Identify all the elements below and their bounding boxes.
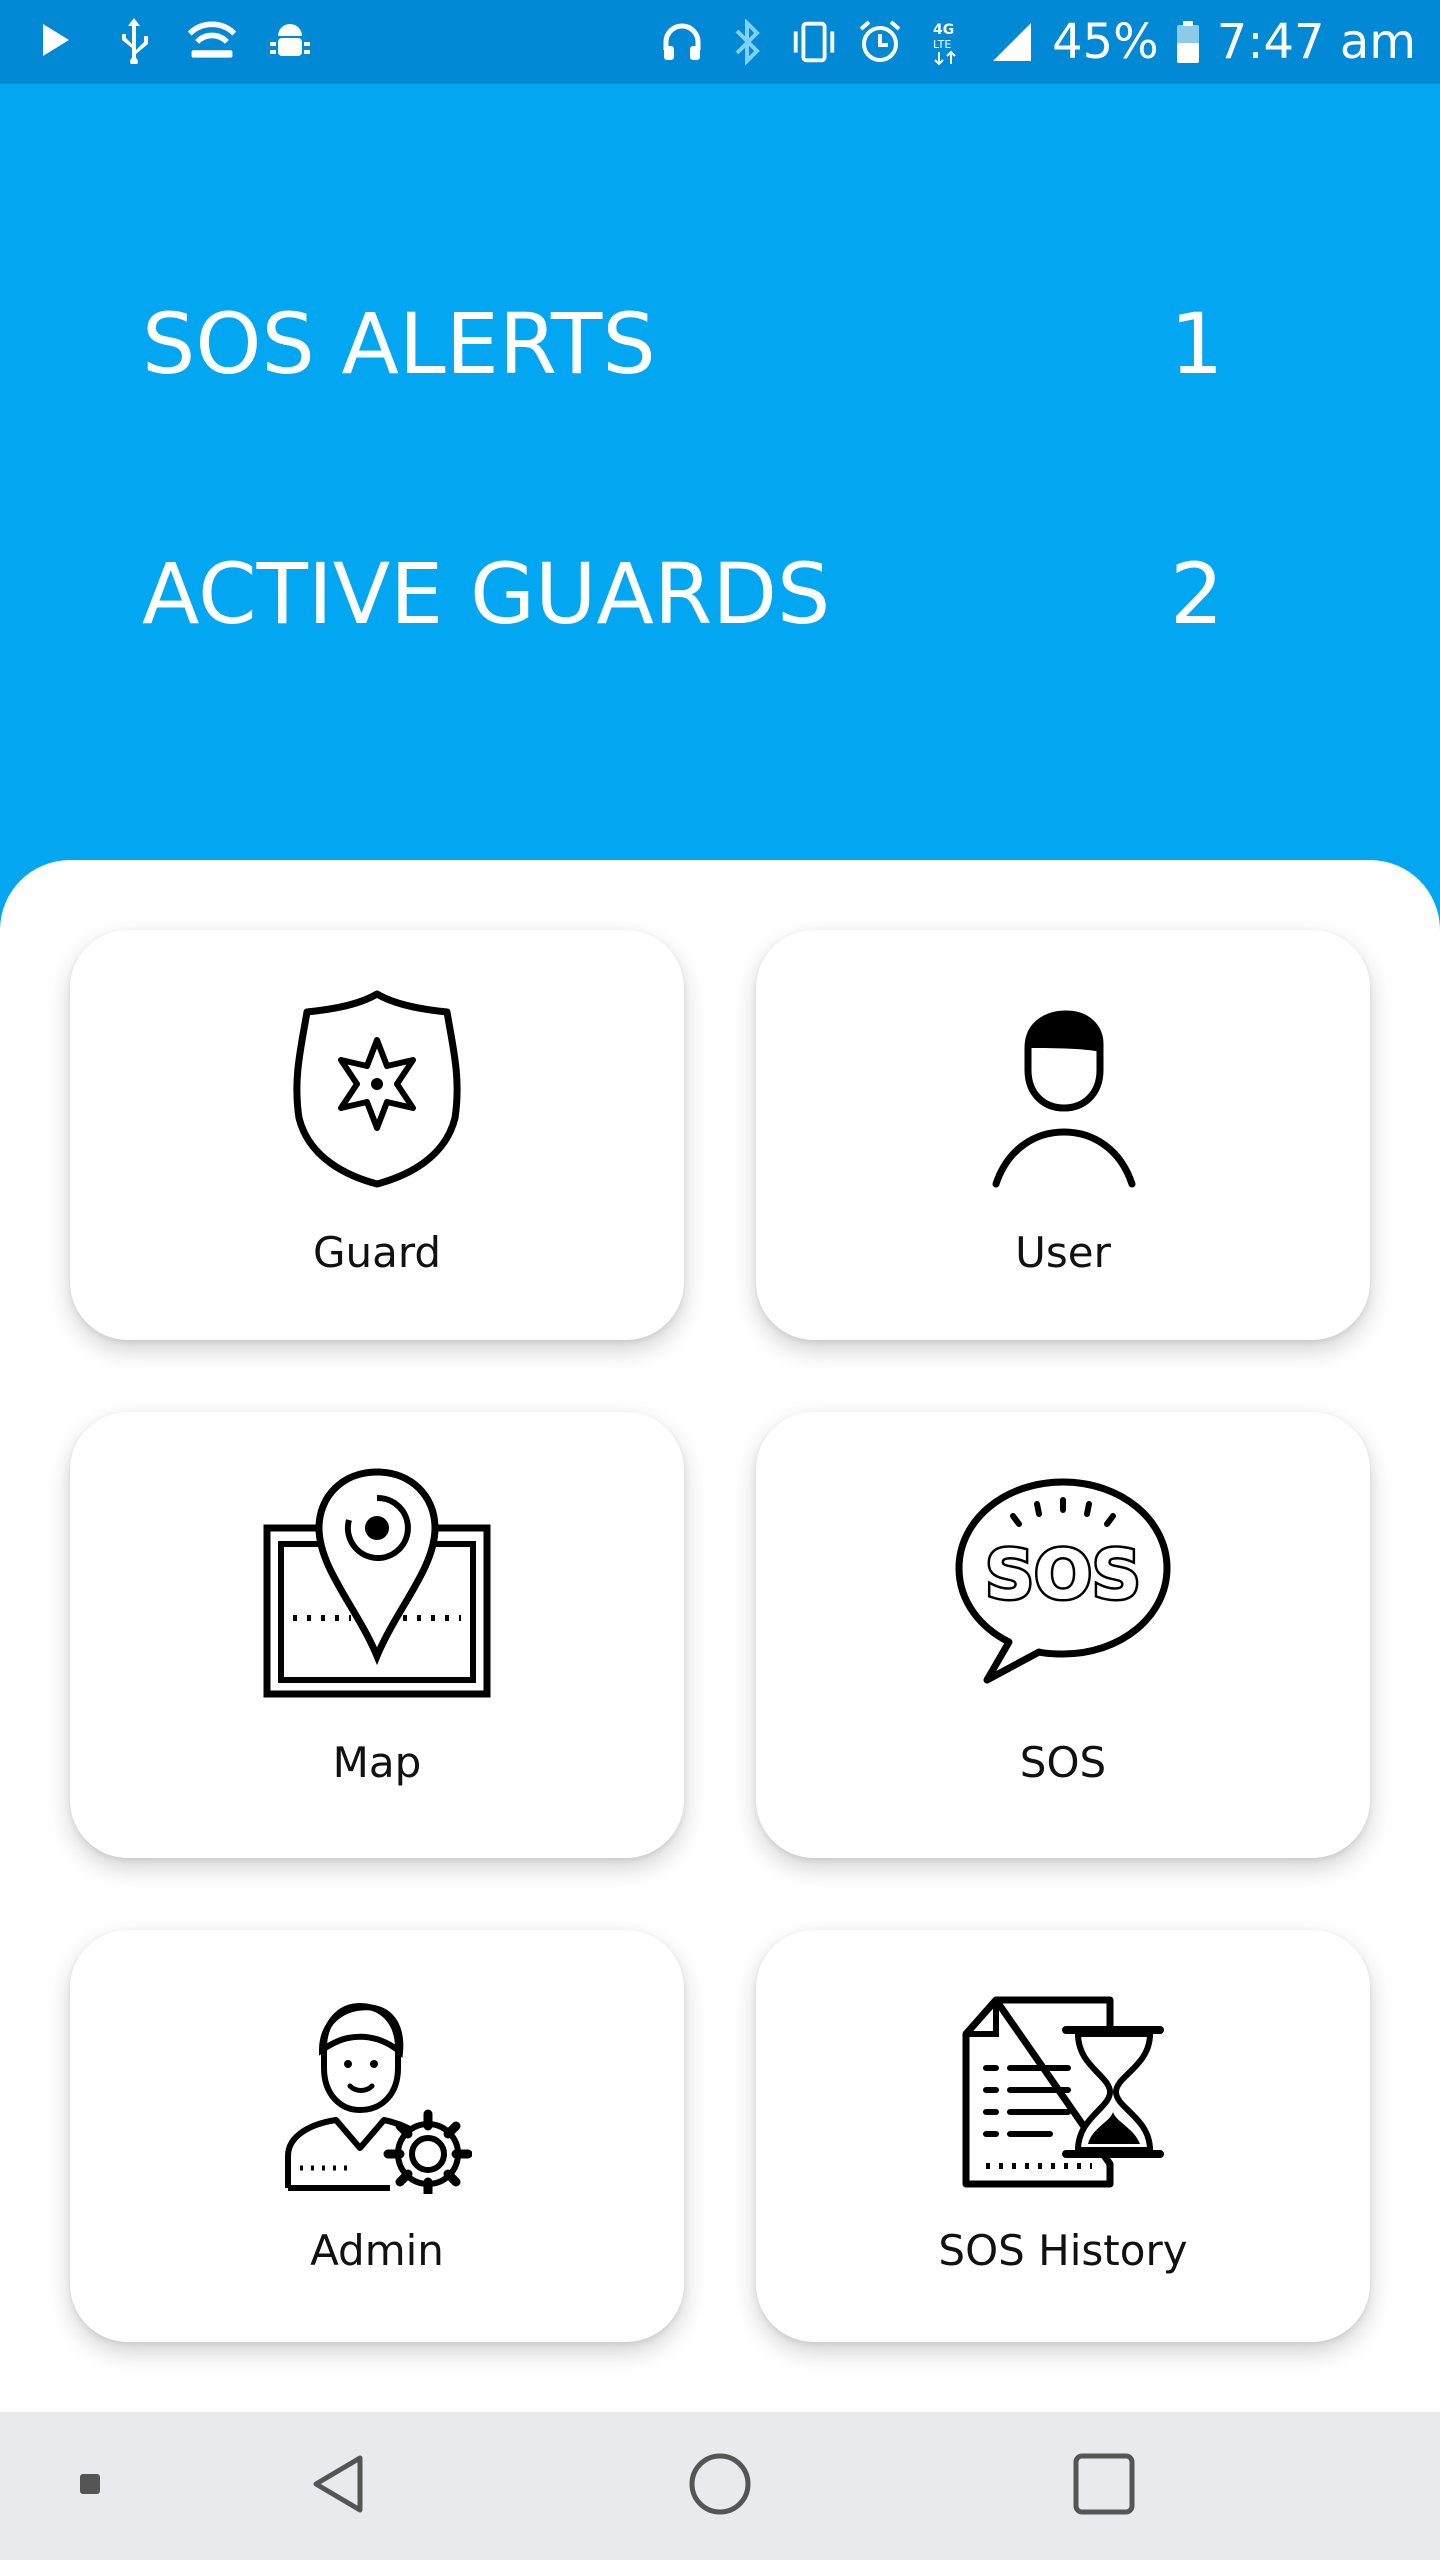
back-button[interactable] bbox=[286, 2412, 390, 2560]
sos-history-label: SOS History bbox=[938, 2226, 1188, 2275]
wifi-hotspot-icon bbox=[186, 14, 238, 66]
clock: 7:47 am bbox=[1216, 14, 1416, 70]
navigation-bar bbox=[0, 2412, 1440, 2560]
signal-icon bbox=[986, 16, 1038, 68]
dot-icon bbox=[78, 2472, 102, 2500]
sos-card[interactable]: SOS SOS bbox=[756, 1412, 1370, 1858]
sos-alerts-count: 1 bbox=[1170, 295, 1224, 393]
menu-panel: Guard User Map SOS SOS Admin SOS History bbox=[0, 860, 1440, 2412]
user-card[interactable]: User bbox=[756, 930, 1370, 1340]
status-bar: 4G LTE 45% 7:47 am bbox=[0, 0, 1440, 84]
user-icon bbox=[988, 1008, 1138, 1192]
headphones-icon bbox=[656, 16, 708, 68]
vibrate-icon bbox=[788, 16, 840, 68]
home-icon bbox=[688, 2452, 752, 2520]
battery-charging-icon bbox=[1173, 16, 1203, 68]
back-icon bbox=[306, 2452, 370, 2520]
map-label: Map bbox=[332, 1738, 422, 1787]
guard-label: Guard bbox=[312, 1228, 442, 1277]
guard-badge-icon bbox=[287, 988, 467, 1192]
sos-history-card[interactable]: SOS History bbox=[756, 1930, 1370, 2342]
active-guards-label: ACTIVE GUARDS bbox=[142, 545, 831, 643]
play-icon bbox=[30, 14, 82, 66]
admin-card[interactable]: Admin bbox=[70, 1930, 684, 2342]
active-guards-count: 2 bbox=[1170, 545, 1224, 643]
admin-settings-icon bbox=[282, 1998, 473, 2199]
map-card[interactable]: Map bbox=[70, 1412, 684, 1858]
recents-icon bbox=[1072, 2452, 1136, 2520]
sos-history-icon bbox=[960, 1994, 1166, 2194]
sos-alerts-label: SOS ALERTS bbox=[142, 295, 656, 393]
alarm-icon bbox=[854, 16, 906, 68]
svg-text:4G: 4G bbox=[933, 22, 954, 38]
sos-label: SOS bbox=[1019, 1738, 1107, 1787]
admin-label: Admin bbox=[310, 2226, 444, 2275]
svg-text:LTE: LTE bbox=[933, 38, 951, 51]
user-label: User bbox=[1015, 1228, 1111, 1277]
recents-button[interactable] bbox=[1052, 2412, 1156, 2560]
usb-icon bbox=[108, 14, 160, 66]
guard-card[interactable]: Guard bbox=[70, 930, 684, 1340]
battery-percent: 45% bbox=[1052, 14, 1159, 70]
4g-lte-icon: 4G LTE bbox=[920, 16, 972, 68]
nav-dot-button[interactable] bbox=[62, 2412, 118, 2560]
android-debug-icon bbox=[264, 14, 316, 66]
map-pin-icon bbox=[257, 1468, 497, 1704]
sos-bubble-icon: SOS bbox=[953, 1476, 1173, 1690]
bluetooth-icon bbox=[722, 16, 774, 68]
home-button[interactable] bbox=[668, 2412, 772, 2560]
svg-text:SOS: SOS bbox=[985, 1536, 1141, 1615]
